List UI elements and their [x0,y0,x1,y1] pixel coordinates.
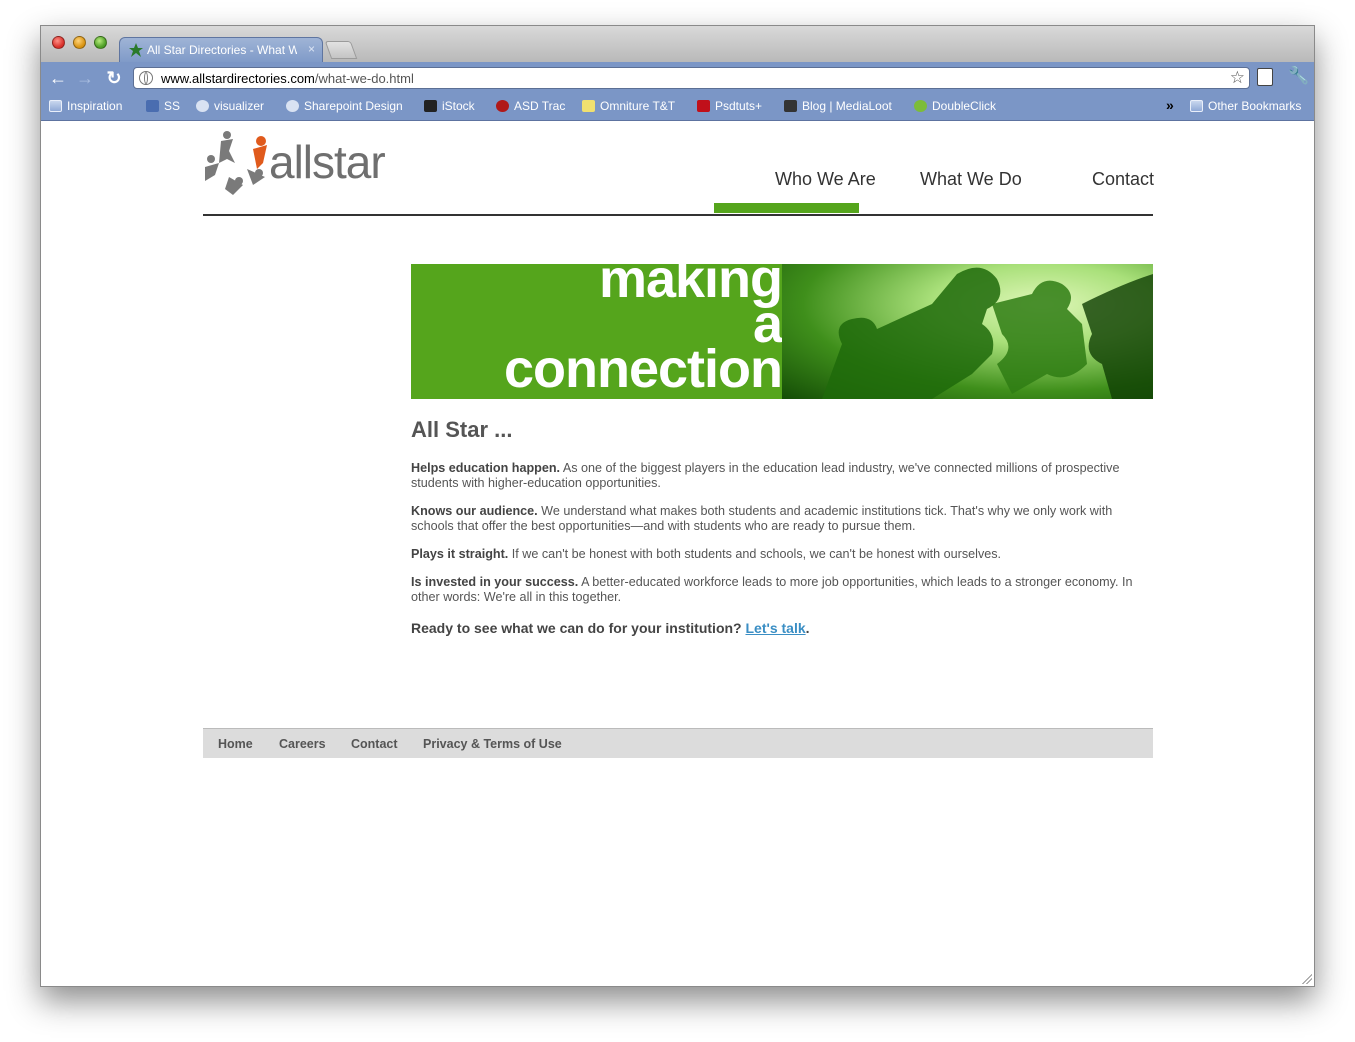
bookmarks-bar: Inspiration SS visualizer Sharepoint Des… [41,94,1314,121]
nav-what-we-do[interactable]: What We Do [920,169,1022,190]
reload-icon[interactable]: ↻ [103,67,125,89]
ss-icon [146,100,159,112]
bookmarks-overflow-chevron-icon[interactable]: » [1166,97,1174,113]
page-heading: All Star ... [411,417,513,442]
nav-who-we-are[interactable]: Who We Are [775,169,876,190]
close-window-button[interactable] [52,36,65,49]
forward-arrow-icon[interactable]: → [74,67,96,89]
resize-grip[interactable] [1302,974,1312,984]
tab-close-icon[interactable]: × [308,42,315,56]
call-to-action: Ready to see what we can do for your ins… [411,620,810,636]
footer-careers-link[interactable]: Careers [279,737,326,751]
main-copy: All Star ... Helps education happen. As … [411,417,1156,649]
footer-home-link[interactable]: Home [218,737,253,751]
allstar-people-logo-icon [205,131,267,195]
bookmark-istock[interactable]: iStock [424,99,475,113]
lets-talk-link[interactable]: Let's talk [745,620,805,636]
nav-active-indicator [714,203,859,213]
globe-icon [196,100,209,112]
page-menu-icon[interactable] [1257,68,1273,86]
page-content: allstar Who We Are What We Do Contact ma… [41,121,1314,986]
tab-title: All Star Directories - What We Do [147,43,297,57]
paragraph-straight: Plays it straight. If we can't be honest… [411,547,1002,561]
logo-wordmark: allstar [269,136,386,188]
new-tab-button[interactable] [324,41,358,59]
bookmark-ss[interactable]: SS [146,99,180,113]
other-bookmarks-folder[interactable]: Other Bookmarks [1190,99,1301,113]
bookmark-medialoot[interactable]: Blog | MediaLoot [784,99,892,113]
istock-icon [424,100,437,112]
globe-icon [286,100,299,112]
site-header: allstar Who We Are What We Do Contact [203,121,1154,216]
wrench-icon[interactable]: 🔧 [1288,66,1309,86]
doubleclick-icon [914,100,927,112]
bookmark-psdtuts[interactable]: Psdtuts+ [697,99,762,113]
tab-active[interactable]: All Star Directories - What We Do × [119,37,323,64]
globe-icon [139,71,153,85]
minimize-window-button[interactable] [73,36,86,49]
paragraph-education: Helps education happen. As one of the bi… [411,461,1120,490]
bookmark-sharepoint-design[interactable]: Sharepoint Design [286,99,403,113]
browser-toolbar: ← → ↻ www.allstardirectories.com/what-we… [41,62,1314,94]
address-bar[interactable]: www.allstardirectories.com/what-we-do.ht… [133,67,1250,89]
paragraph-audience: Knows our audience. We understand what m… [411,504,1113,533]
bookmark-doubleclick[interactable]: DoubleClick [914,99,996,113]
medialoot-icon [784,100,797,112]
folder-icon [49,100,62,112]
browser-window: All Star Directories - What We Do × ← → … [40,25,1315,987]
allstar-logo[interactable]: allstar [203,129,443,201]
hero-slogan: making a connection [503,264,782,399]
url-text: www.allstardirectories.com/what-we-do.ht… [161,71,414,86]
psdtuts-icon [697,100,710,112]
hero-text-panel: making a connection [411,264,782,399]
back-arrow-icon[interactable]: ← [47,67,69,89]
trac-icon [496,100,509,112]
bookmark-inspiration[interactable]: Inspiration [49,99,122,113]
puzzle-image [782,264,1153,399]
site-footer: Home Careers Contact Privacy & Terms of … [203,728,1153,758]
puzzle-pieces-icon [822,267,1153,399]
paragraph-success: Is invested in your success. A better-ed… [411,575,1133,604]
bookmark-asd-trac[interactable]: ASD Trac [496,99,565,113]
tab-strip: All Star Directories - What We Do × [41,26,1314,64]
nav-contact[interactable]: Contact [1092,169,1154,190]
allstar-favicon-icon [129,43,143,57]
zoom-window-button[interactable] [94,36,107,49]
folder-icon [1190,100,1203,112]
footer-contact-link[interactable]: Contact [351,737,398,751]
bookmark-omniture[interactable]: Omniture T&T [582,99,675,113]
footer-privacy-link[interactable]: Privacy & Terms of Use [423,737,562,751]
hero-banner: making a connection [411,264,1153,399]
chart-icon [582,100,595,112]
bookmark-star-icon[interactable]: ☆ [1230,68,1245,88]
bookmark-visualizer[interactable]: visualizer [196,99,264,113]
